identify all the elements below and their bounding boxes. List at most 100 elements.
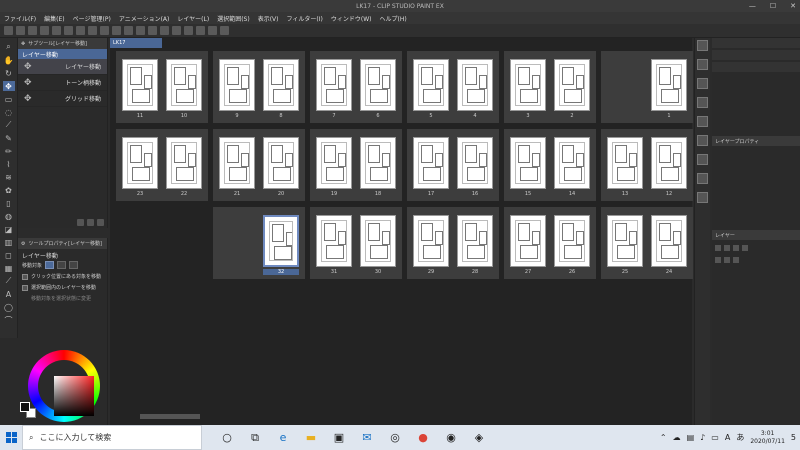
eraser-icon[interactable]: ▯ bbox=[3, 198, 15, 208]
layer-tab[interactable]: レイヤープロパティ bbox=[712, 136, 800, 146]
page-thumbnail[interactable] bbox=[607, 137, 643, 189]
page-thumbnail[interactable] bbox=[510, 59, 546, 111]
airbrush-icon[interactable]: ≋ bbox=[3, 172, 15, 182]
check-icon[interactable] bbox=[196, 26, 205, 35]
search-layer-icon[interactable] bbox=[697, 154, 708, 165]
eyedropper-icon[interactable]: ⟋ bbox=[3, 120, 15, 130]
figure-icon[interactable]: ◻ bbox=[3, 250, 15, 260]
ime-mode-icon[interactable]: あ bbox=[736, 432, 744, 443]
page-thumbnail[interactable] bbox=[457, 137, 493, 189]
page-spread[interactable]: 15 14 bbox=[504, 129, 596, 201]
ime-icon[interactable]: A bbox=[725, 433, 730, 442]
subtool-group-header[interactable]: レイヤー移動 bbox=[18, 49, 107, 59]
transform-selection-icon[interactable] bbox=[184, 26, 193, 35]
option-select-target[interactable]: 移動対象を選択状態に変更 bbox=[18, 293, 107, 304]
expand-selection-icon[interactable] bbox=[148, 26, 157, 35]
page-thumbnail[interactable] bbox=[316, 59, 352, 111]
start-button[interactable] bbox=[0, 425, 22, 450]
brush-icon[interactable]: ⌇ bbox=[3, 159, 15, 169]
paste-icon[interactable] bbox=[100, 26, 109, 35]
opacity-icon[interactable] bbox=[724, 245, 730, 251]
page-thumbnail[interactable] bbox=[554, 215, 590, 267]
new-layer-icon[interactable] bbox=[715, 257, 721, 263]
menu-page[interactable]: ページ管理(P) bbox=[73, 14, 111, 23]
page-spread[interactable]: 23 22 bbox=[116, 129, 208, 201]
subtool-item-tone-move[interactable]: ✥ トーン柄移動 bbox=[18, 75, 107, 91]
transform-icon[interactable] bbox=[112, 26, 121, 35]
page-thumbnail[interactable] bbox=[457, 215, 493, 267]
toolprop-tab[interactable]: ⚙ ツールプロパティ[レイヤー移動] bbox=[18, 238, 107, 249]
option-checkbox[interactable] bbox=[22, 284, 28, 291]
close-icon[interactable]: ✕ bbox=[790, 2, 796, 10]
option-click-position[interactable]: クリック位置にある対象を移動 bbox=[18, 271, 107, 282]
menu-layer[interactable]: レイヤー(L) bbox=[177, 14, 209, 23]
menu-window[interactable]: ウィンドウ(W) bbox=[331, 14, 372, 23]
page-thumbnail[interactable] bbox=[122, 59, 158, 111]
clip-icon[interactable] bbox=[220, 26, 229, 35]
text-icon[interactable]: A bbox=[3, 289, 15, 299]
rotate-icon[interactable]: ↻ bbox=[3, 68, 15, 78]
volume-icon[interactable]: ♪ bbox=[700, 433, 705, 442]
layer-property-icon[interactable] bbox=[697, 135, 708, 146]
page-spread[interactable]: 19 18 bbox=[310, 129, 402, 201]
edge-icon[interactable]: e bbox=[276, 431, 290, 445]
mail-icon[interactable]: ✉ bbox=[360, 431, 374, 445]
maximize-icon[interactable]: ☐ bbox=[770, 2, 776, 10]
target-layer-icon[interactable] bbox=[45, 261, 55, 269]
clip-studio-paint-icon[interactable]: ◈ bbox=[472, 431, 486, 445]
store-icon[interactable]: ▣ bbox=[332, 431, 346, 445]
trash-icon[interactable] bbox=[733, 257, 739, 263]
battery-icon[interactable]: ▭ bbox=[711, 433, 719, 442]
cloud-icon[interactable]: ☁ bbox=[673, 433, 681, 442]
menu-selection[interactable]: 選択範囲(S) bbox=[217, 14, 250, 23]
task-view-icon[interactable]: ⧉ bbox=[248, 431, 262, 445]
folder-icon[interactable] bbox=[724, 257, 730, 263]
page-thumbnail[interactable] bbox=[554, 137, 590, 189]
check-icon-2[interactable] bbox=[208, 26, 217, 35]
page-thumbnail[interactable] bbox=[316, 215, 352, 267]
page-thumbnail[interactable] bbox=[360, 215, 396, 267]
select-icon[interactable]: ▭ bbox=[3, 94, 15, 104]
copy-subtool-icon[interactable] bbox=[77, 219, 84, 226]
copy-icon[interactable] bbox=[88, 26, 97, 35]
cortana-icon[interactable]: ○ bbox=[220, 431, 234, 445]
color-wheel[interactable] bbox=[28, 350, 100, 422]
taskbar-search[interactable]: ⌕ ここに入力して検索 bbox=[22, 425, 202, 450]
clear-icon[interactable] bbox=[64, 26, 73, 35]
page-thumbnail[interactable] bbox=[413, 215, 449, 267]
menu-help[interactable]: ヘルプ(H) bbox=[379, 14, 406, 23]
info-icon[interactable] bbox=[697, 78, 708, 89]
clip-studio-icon[interactable]: ◉ bbox=[444, 431, 458, 445]
page-thumbnail[interactable] bbox=[166, 59, 202, 111]
option-selection-layers[interactable]: 選択範囲内のレイヤーを移動 bbox=[18, 282, 107, 293]
page-spread[interactable]: 31 30 bbox=[310, 207, 402, 279]
saturation-value-square[interactable] bbox=[54, 376, 94, 416]
page-icon[interactable] bbox=[697, 192, 708, 203]
page-thumbnail[interactable] bbox=[316, 137, 352, 189]
move-icon[interactable]: ✥ bbox=[2, 81, 15, 91]
lasso-icon[interactable]: ◌ bbox=[3, 107, 15, 117]
page-spread[interactable]: 32 bbox=[213, 207, 305, 279]
menu-view[interactable]: 表示(V) bbox=[258, 14, 279, 23]
page-thumbnail[interactable] bbox=[360, 59, 396, 111]
page-thumbnail[interactable] bbox=[651, 137, 687, 189]
menu-icon[interactable] bbox=[87, 219, 94, 226]
target-grid-icon[interactable] bbox=[69, 261, 79, 269]
page-thumbnail[interactable] bbox=[219, 59, 255, 111]
page-spread[interactable]: 29 28 bbox=[407, 207, 499, 279]
page-thumbnail[interactable] bbox=[263, 215, 299, 267]
page-thumbnail[interactable] bbox=[219, 137, 255, 189]
page-spread[interactable]: 32 bbox=[504, 51, 596, 123]
decoration-icon[interactable]: ✿ bbox=[3, 185, 15, 195]
clock[interactable]: 3:01 2020/07/11 bbox=[750, 430, 785, 446]
page-thumbnail[interactable] bbox=[413, 59, 449, 111]
app-icon[interactable]: ◎ bbox=[388, 431, 402, 445]
redo-icon[interactable] bbox=[52, 26, 61, 35]
page-spread[interactable]: 11 10 bbox=[116, 51, 208, 123]
page-thumbnail[interactable] bbox=[457, 59, 493, 111]
hand-icon[interactable]: ✋ bbox=[3, 55, 15, 65]
page-thumbnail[interactable] bbox=[510, 137, 546, 189]
material-icon[interactable] bbox=[697, 97, 708, 108]
delete-icon[interactable] bbox=[97, 219, 104, 226]
menu-file[interactable]: ファイル(F) bbox=[4, 14, 36, 23]
